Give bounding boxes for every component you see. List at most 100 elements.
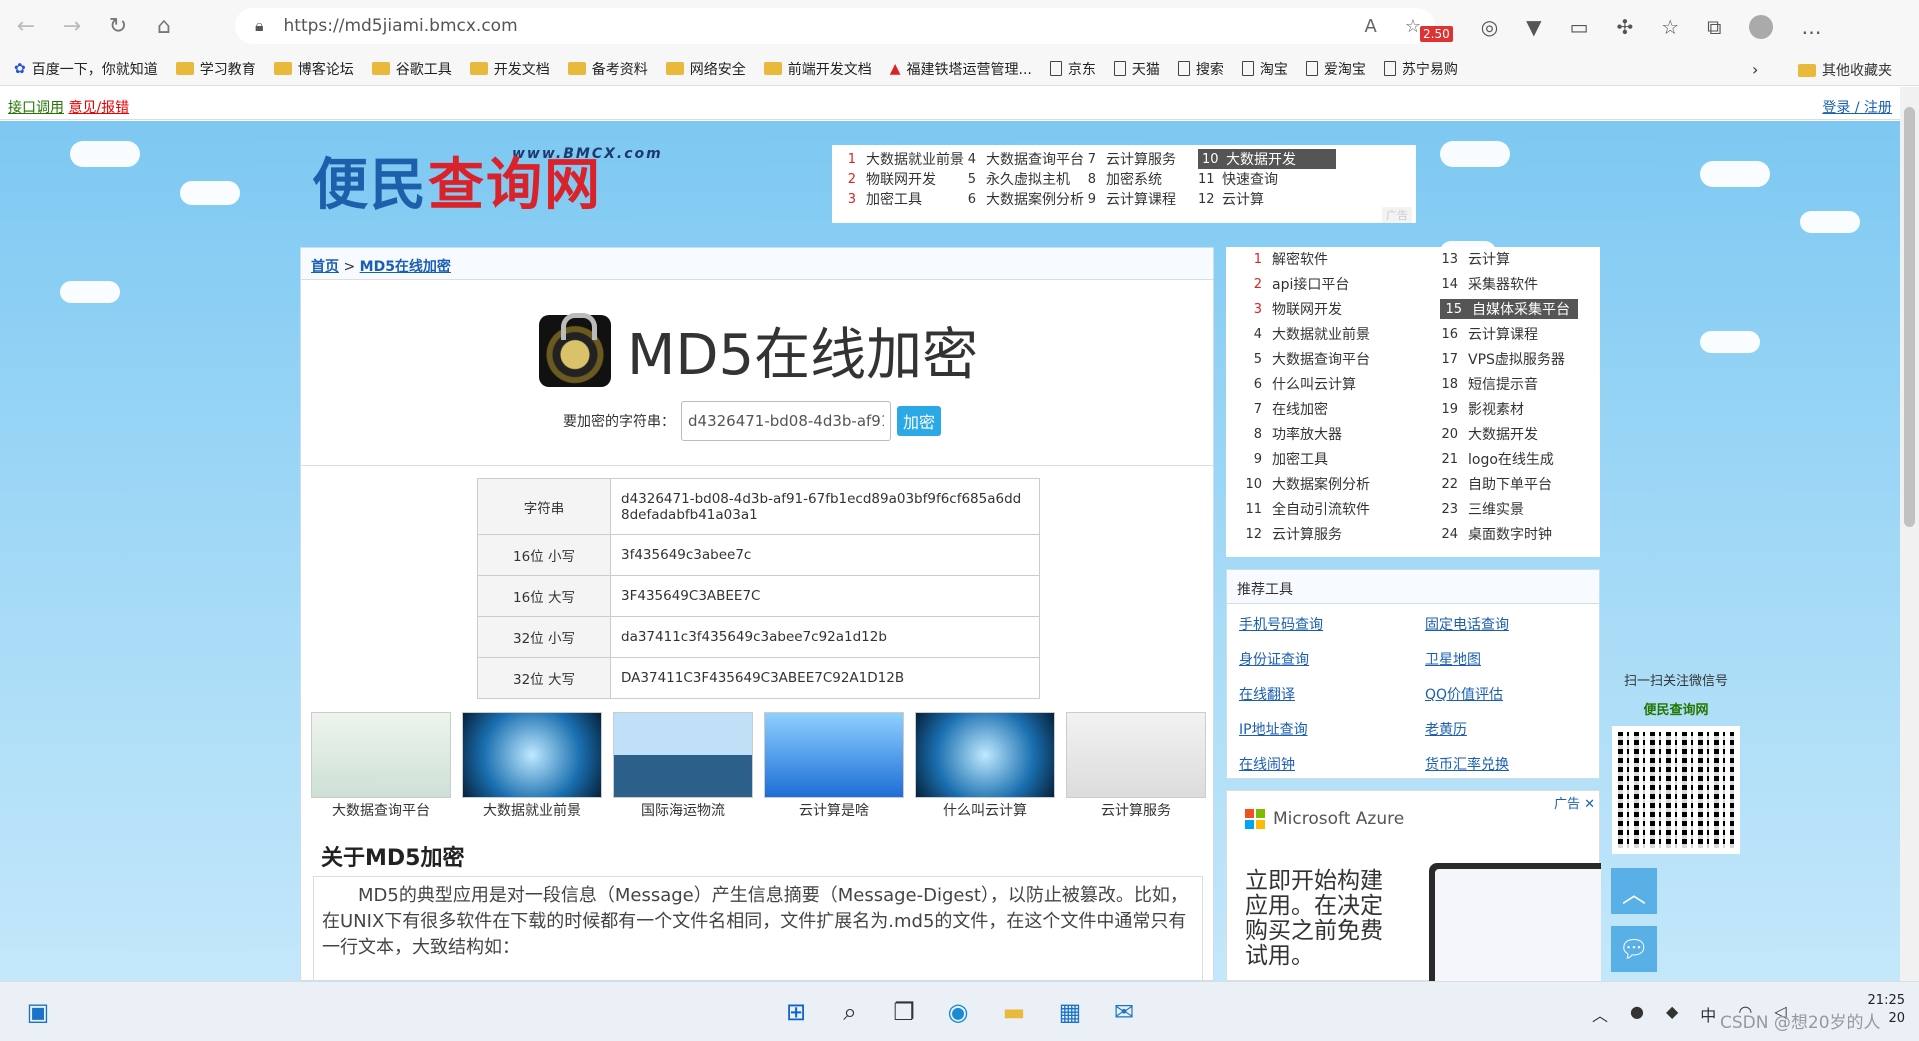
tray-qq-icon[interactable]: ◆	[1666, 1002, 1678, 1026]
side-ad-link[interactable]: 10 大数据案例分析	[1244, 474, 1370, 494]
thumbnail-ad[interactable]: 大数据就业前景	[462, 712, 602, 819]
side-ad-link[interactable]: 5 大数据查询平台	[1244, 349, 1370, 369]
start-icon[interactable]: ⊞	[780, 996, 812, 1028]
home-icon[interactable]: ⌂	[144, 6, 184, 46]
top-ad-link[interactable]: 5 永久虚拟主机	[962, 169, 1070, 189]
bookmark-item[interactable]: 谷歌工具	[371, 59, 452, 79]
bookmarks-more-icon[interactable]: ›	[1752, 60, 1758, 79]
top-ad-link[interactable]: 12 云计算	[1198, 189, 1264, 209]
url-text[interactable]: https://md5jiami.bmcx.com	[284, 16, 518, 36]
side-ad-link[interactable]: 7 在线加密	[1244, 399, 1328, 419]
tool-link[interactable]: 固定电话查询	[1425, 614, 1509, 634]
result-value[interactable]: 3F435649C3ABEE7C	[610, 575, 1040, 617]
side-ad-link[interactable]: 16 云计算课程	[1440, 324, 1538, 344]
thumbnail-ad[interactable]: 云计算服务	[1066, 712, 1206, 819]
side-ad-link[interactable]: 15 自媒体采集平台	[1440, 299, 1578, 319]
ime-indicator[interactable]: 中	[1700, 1002, 1716, 1026]
tool-link[interactable]: 在线闹钟	[1239, 754, 1295, 774]
extension-icon[interactable]: ◎	[1481, 15, 1498, 39]
result-value[interactable]: d4326471-bd08-4d3b-af91-67fb1ecd89a03bf9…	[610, 478, 1040, 535]
side-ad-link[interactable]: 13 云计算	[1440, 249, 1510, 269]
scrollbar-thumb[interactable]	[1904, 107, 1915, 527]
task-view-icon[interactable]: ❐	[888, 996, 920, 1028]
tool-link[interactable]: 在线翻译	[1239, 684, 1295, 704]
side-ad-link[interactable]: 8 功率放大器	[1244, 424, 1342, 444]
breadcrumb-current[interactable]: MD5在线加密	[360, 259, 451, 275]
result-value[interactable]: DA37411C3F435649C3ABEE7C92A1D12B	[610, 657, 1040, 699]
tool-link[interactable]: QQ价值评估	[1425, 684, 1503, 704]
bookmark-item[interactable]: 博客论坛	[273, 59, 354, 79]
azure-ad[interactable]: 广告 ✕ Microsoft Azure 立即开始构建应用。在决定购买之前免费试…	[1226, 790, 1601, 982]
bookmark-item[interactable]: 苏宁易购	[1383, 59, 1458, 79]
side-ad-link[interactable]: 20 大数据开发	[1440, 424, 1538, 444]
widgets-icon[interactable]: ▣	[22, 996, 54, 1028]
tool-link[interactable]: 货币汇率兑换	[1425, 754, 1509, 774]
side-ad-link[interactable]: 4 大数据就业前景	[1244, 324, 1370, 344]
api-link[interactable]: 接口调用	[8, 100, 64, 116]
bookmark-item[interactable]: 开发文档	[469, 59, 550, 79]
chat-button[interactable]: 💬︎	[1611, 926, 1657, 972]
result-value[interactable]: 3f435649c3abee7c	[610, 534, 1040, 576]
tool-link[interactable]: 手机号码查询	[1239, 614, 1323, 634]
top-ad-link[interactable]: 11 快速查询	[1198, 169, 1278, 189]
bookmark-item[interactable]: 爱淘宝	[1305, 59, 1366, 79]
top-ad-link[interactable]: 10 大数据开发	[1198, 149, 1336, 169]
top-ad-link[interactable]: 2 物联网开发	[842, 169, 936, 189]
tray-expand-icon[interactable]: ︿	[1592, 1002, 1608, 1026]
top-ad-link[interactable]: 4 大数据查询平台	[962, 149, 1084, 169]
tool-link[interactable]: 老黄历	[1425, 719, 1467, 739]
tool-link[interactable]: IP地址查询	[1239, 719, 1308, 739]
extension-screen-icon[interactable]: ▭	[1570, 15, 1589, 39]
side-ad-link[interactable]: 19 影视素材	[1440, 399, 1524, 419]
search-icon[interactable]: ⌕	[834, 996, 866, 1028]
side-ad-link[interactable]: 22 自助下单平台	[1440, 474, 1552, 494]
top-ad-link[interactable]: 1 大数据就业前景	[842, 149, 964, 169]
file-explorer-icon[interactable]: ▬	[998, 996, 1030, 1028]
thumbnail-ad[interactable]: 什么叫云计算	[915, 712, 1055, 819]
side-ad-link[interactable]: 18 短信提示音	[1440, 374, 1538, 394]
bookmark-item[interactable]: 网络安全	[665, 59, 746, 79]
favorites-icon[interactable]: ☆	[1661, 15, 1679, 39]
tray-app-icon[interactable]: ●	[1630, 1002, 1644, 1026]
breadcrumb-home[interactable]: 首页	[311, 259, 339, 275]
feedback-link[interactable]: 意见/报错	[68, 100, 129, 116]
menu-icon[interactable]: …	[1801, 15, 1821, 39]
bookmark-item[interactable]: 前端开发文档	[763, 59, 872, 79]
extensions-icon[interactable]: ✣	[1616, 15, 1633, 39]
bookmark-item[interactable]: ✿ 百度一下，你就知道	[14, 59, 158, 79]
side-ad-link[interactable]: 24 桌面数字时钟	[1440, 524, 1552, 544]
ad-mark[interactable]: 广告	[1382, 207, 1412, 223]
side-ad-link[interactable]: 3 物联网开发	[1244, 299, 1342, 319]
forward-icon[interactable]: →	[52, 6, 92, 46]
store-icon[interactable]: ▦	[1054, 996, 1086, 1028]
side-ad-link[interactable]: 17 VPS虚拟服务器	[1440, 349, 1564, 369]
tool-link[interactable]: 身份证查询	[1239, 649, 1309, 669]
bookmark-item[interactable]: 天猫	[1113, 59, 1160, 79]
side-ad-link[interactable]: 9 加密工具	[1244, 449, 1328, 469]
thumbnail-ad[interactable]: 国际海运物流	[613, 712, 753, 819]
login-register-link[interactable]: 登录 / 注册	[1822, 97, 1892, 117]
collections-icon[interactable]: ⧉	[1707, 15, 1721, 39]
bookmark-item[interactable]: 淘宝	[1241, 59, 1288, 79]
extension-v-icon[interactable]: ▼	[1526, 15, 1541, 39]
side-ad-link[interactable]: 1 解密软件	[1244, 249, 1328, 269]
bookmark-item[interactable]: ▲ 福建铁塔运营管理...	[890, 59, 1032, 79]
top-ad-link[interactable]: 6 大数据案例分析	[962, 189, 1084, 209]
side-ad-link[interactable]: 6 什么叫云计算	[1244, 374, 1356, 394]
side-ad-link[interactable]: 2 api接口平台	[1244, 274, 1350, 294]
bookmark-item[interactable]: 备考资料	[567, 59, 648, 79]
edge-icon[interactable]: ◉	[942, 996, 974, 1028]
side-ad-link[interactable]: 12 云计算服务	[1244, 524, 1342, 544]
top-ad-link[interactable]: 3 加密工具	[842, 189, 922, 209]
bookmark-item[interactable]: 搜索	[1177, 59, 1224, 79]
profile-avatar[interactable]	[1749, 15, 1774, 39]
page-scrollbar[interactable]	[1900, 87, 1919, 981]
extension-badge[interactable]: 2.50	[1420, 26, 1453, 42]
side-ad-link[interactable]: 14 采集器软件	[1440, 274, 1538, 294]
thumbnail-ad[interactable]: 云计算是啥	[764, 712, 904, 819]
side-ad-link[interactable]: 11 全自动引流软件	[1244, 499, 1370, 519]
top-ad-link[interactable]: 7 云计算服务	[1082, 149, 1176, 169]
top-ad-link[interactable]: 8 加密系统	[1082, 169, 1162, 189]
side-ad-link[interactable]: 21 logo在线生成	[1440, 449, 1553, 469]
other-favorites[interactable]: 其他收藏夹	[1798, 60, 1892, 80]
